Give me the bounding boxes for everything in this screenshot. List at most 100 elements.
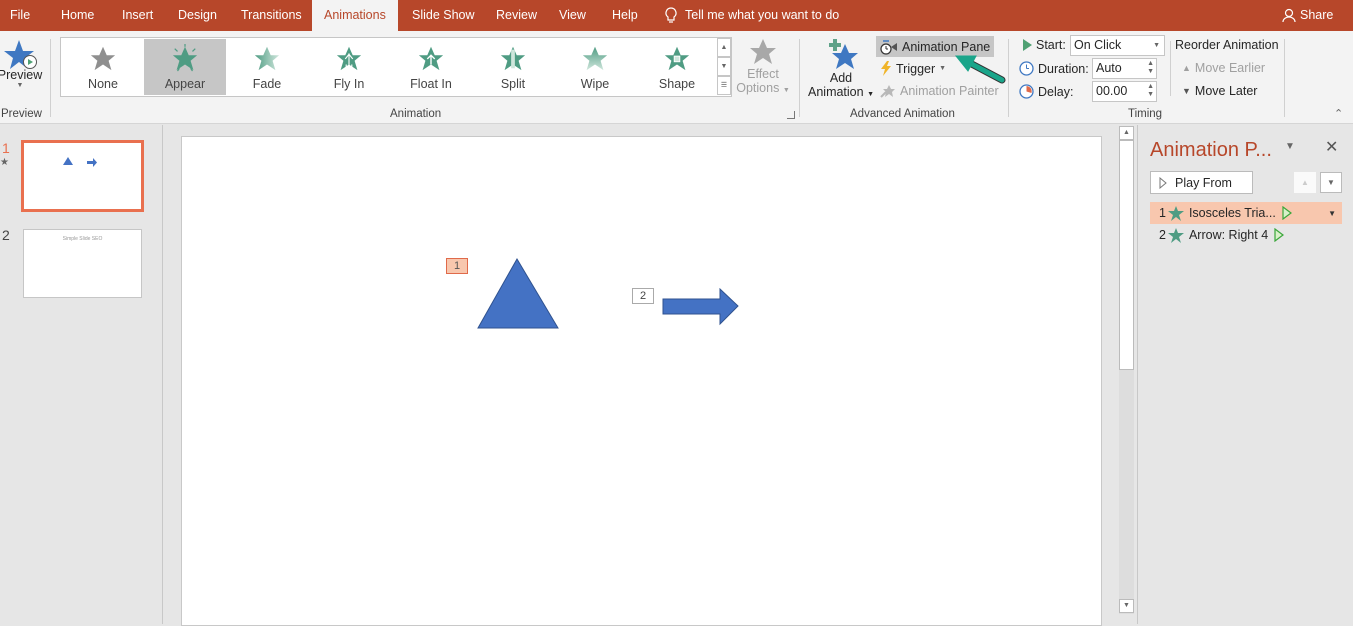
effect-options-button[interactable]: Effect Options ▼ xyxy=(736,37,790,95)
tab-design[interactable]: Design xyxy=(178,0,217,31)
duration-spinner[interactable]: ▲ ▼ xyxy=(1147,60,1154,76)
play-from-button[interactable]: Play From xyxy=(1150,171,1253,194)
gallery-item-label: Split xyxy=(500,77,526,91)
gallery-more-button[interactable]: ☰ xyxy=(717,76,731,95)
animation-pane-icon xyxy=(880,39,897,55)
gallery-item-label: Fade xyxy=(252,77,282,91)
slide-2-title: Simple Slide SEO xyxy=(62,236,103,242)
tab-view[interactable]: View xyxy=(559,0,586,31)
animation-painter-button[interactable]: Animation Painter xyxy=(880,84,999,98)
move-down-button[interactable]: ▼ xyxy=(1320,172,1342,193)
close-icon[interactable]: ✕ xyxy=(1325,137,1338,157)
animation-dialog-launcher[interactable] xyxy=(787,111,795,119)
lightning-icon xyxy=(881,61,891,76)
scroll-thumb[interactable] xyxy=(1119,140,1134,370)
duration-field[interactable]: Auto ▲ ▼ xyxy=(1092,58,1157,79)
entrance-star-icon xyxy=(1167,205,1184,221)
delay-label: Delay: xyxy=(1019,84,1073,99)
animation-pane: Animation P... ▼ ✕ Play From ▲ ▼ 1 Isosce… xyxy=(1137,125,1353,624)
gallery-scroll: ▲ ▼ ☰ xyxy=(717,38,731,96)
animation-pane-title: Animation P... xyxy=(1150,139,1272,161)
tab-home[interactable]: Home xyxy=(61,0,94,31)
delay-clock-icon xyxy=(1019,84,1034,99)
effect-options-star-icon xyxy=(750,39,776,64)
gallery-item-appear[interactable]: Appear xyxy=(144,39,226,95)
tab-transitions[interactable]: Transitions xyxy=(241,0,302,31)
move-later-button[interactable]: ▼ Move Later xyxy=(1182,84,1257,98)
share-label: Share xyxy=(1300,8,1334,22)
tab-animations[interactable]: Animations xyxy=(312,0,398,31)
scroll-up-button[interactable]: ▲ xyxy=(1119,126,1134,140)
item-dropdown-icon[interactable]: ▼ xyxy=(1328,209,1336,218)
tab-insert[interactable]: Insert xyxy=(122,0,153,31)
animation-target-name: Arrow: Right 4 xyxy=(1188,228,1269,242)
preview-button[interactable]: Preview ▼ xyxy=(0,38,43,89)
chevron-down-icon: ▼ xyxy=(939,65,947,72)
gallery-item-none[interactable]: None xyxy=(62,39,144,95)
add-animation-line1: Add xyxy=(829,71,853,85)
delay-spinner[interactable]: ▲ ▼ xyxy=(1147,83,1154,99)
gallery-scroll-down[interactable]: ▼ xyxy=(717,57,731,76)
gallery-item-label: Wipe xyxy=(580,77,610,91)
chevron-down-icon: ▼ xyxy=(1153,42,1160,49)
scroll-down-button[interactable]: ▼ xyxy=(1119,599,1134,613)
gallery-item-split[interactable]: Split xyxy=(472,39,554,95)
timing-play-icon xyxy=(1274,228,1285,242)
triangle-up-icon: ▲ xyxy=(1182,63,1191,73)
arrow-right-shape[interactable] xyxy=(662,288,740,326)
gallery-item-float-in[interactable]: Float In xyxy=(390,39,472,95)
slide-thumbnail-pane: 1 ★ 2 Simple Slide SEO xyxy=(0,125,163,624)
gallery-item-label: None xyxy=(88,77,118,91)
animation-list-item[interactable]: 1 Isosceles Tria... ▼ xyxy=(1150,202,1342,224)
pane-options-chevron-icon[interactable]: ▼ xyxy=(1285,141,1295,152)
collapse-ribbon-icon[interactable]: ⌃ xyxy=(1334,107,1343,120)
preview-label: Preview xyxy=(0,68,43,82)
play-icon xyxy=(1023,39,1032,51)
gallery-item-label: Shape xyxy=(658,77,696,91)
ribbon-tab-bar: File Home Insert Design Transitions Anim… xyxy=(0,0,1353,31)
animation-star-icon: ★ xyxy=(0,157,9,168)
tell-me-search[interactable]: Tell me what you want to do xyxy=(665,0,839,31)
animation-tag-1[interactable]: 1 xyxy=(446,258,468,274)
move-earlier-button[interactable]: ▲ Move Earlier xyxy=(1182,61,1265,75)
chevron-down-icon: ▼ xyxy=(16,82,24,89)
vertical-scrollbar[interactable]: ▲ ▼ xyxy=(1119,126,1134,614)
isosceles-triangle-shape[interactable] xyxy=(477,258,559,330)
move-up-button[interactable]: ▲ xyxy=(1294,172,1316,193)
add-animation-line2: Animation ▼ xyxy=(808,85,875,99)
start-dropdown[interactable]: On Click ▼ xyxy=(1070,35,1165,56)
slide-canvas[interactable]: 1 2 xyxy=(181,136,1102,626)
animation-list-item[interactable]: 2 Arrow: Right 4 xyxy=(1150,224,1342,246)
gallery-item-shape[interactable]: Shape xyxy=(636,39,718,95)
reorder-animation-title: Reorder Animation xyxy=(1175,38,1279,52)
add-animation-button[interactable]: Add Animation ▼ xyxy=(808,37,874,99)
lightbulb-icon xyxy=(665,7,677,23)
slide-thumbnail-1[interactable] xyxy=(21,140,144,212)
tab-slide-show[interactable]: Slide Show xyxy=(412,0,475,31)
gallery-item-fly-in[interactable]: Fly In xyxy=(308,39,390,95)
animation-tag-2[interactable]: 2 xyxy=(632,288,654,304)
tab-file[interactable]: File xyxy=(10,0,30,31)
group-label-animation: Animation xyxy=(390,108,442,120)
tab-review[interactable]: Review xyxy=(496,0,537,31)
trigger-button[interactable]: Trigger ▼ xyxy=(880,61,946,76)
duration-label: Duration: xyxy=(1019,61,1089,76)
animation-gallery: None Appear Fade Fly In Float In Split Wipe Sha… xyxy=(60,37,732,97)
effect-options-line2: Options ▼ xyxy=(736,81,790,95)
tab-help[interactable]: Help xyxy=(612,0,638,31)
add-animation-star-icon xyxy=(829,39,858,69)
delay-field[interactable]: 00.00 ▲ ▼ xyxy=(1092,81,1157,102)
share-button[interactable]: Share xyxy=(1282,0,1333,31)
person-icon xyxy=(1282,8,1296,23)
gallery-item-label: Fly In xyxy=(333,77,365,91)
animation-index: 1 xyxy=(1159,206,1166,220)
gallery-scroll-up[interactable]: ▲ xyxy=(717,38,731,57)
gallery-item-wipe[interactable]: Wipe xyxy=(554,39,636,95)
gallery-item-fade[interactable]: Fade xyxy=(226,39,308,95)
gallery-item-label: Appear xyxy=(164,77,206,91)
animation-index: 2 xyxy=(1159,228,1166,242)
ribbon: Preview ▼ Preview None Appear Fade Fly In Fl… xyxy=(0,31,1353,124)
animation-painter-label: Animation Painter xyxy=(900,84,999,98)
slide-thumbnail-2[interactable]: Simple Slide SEO xyxy=(23,229,142,298)
animation-target-name: Isosceles Tria... xyxy=(1188,206,1276,220)
